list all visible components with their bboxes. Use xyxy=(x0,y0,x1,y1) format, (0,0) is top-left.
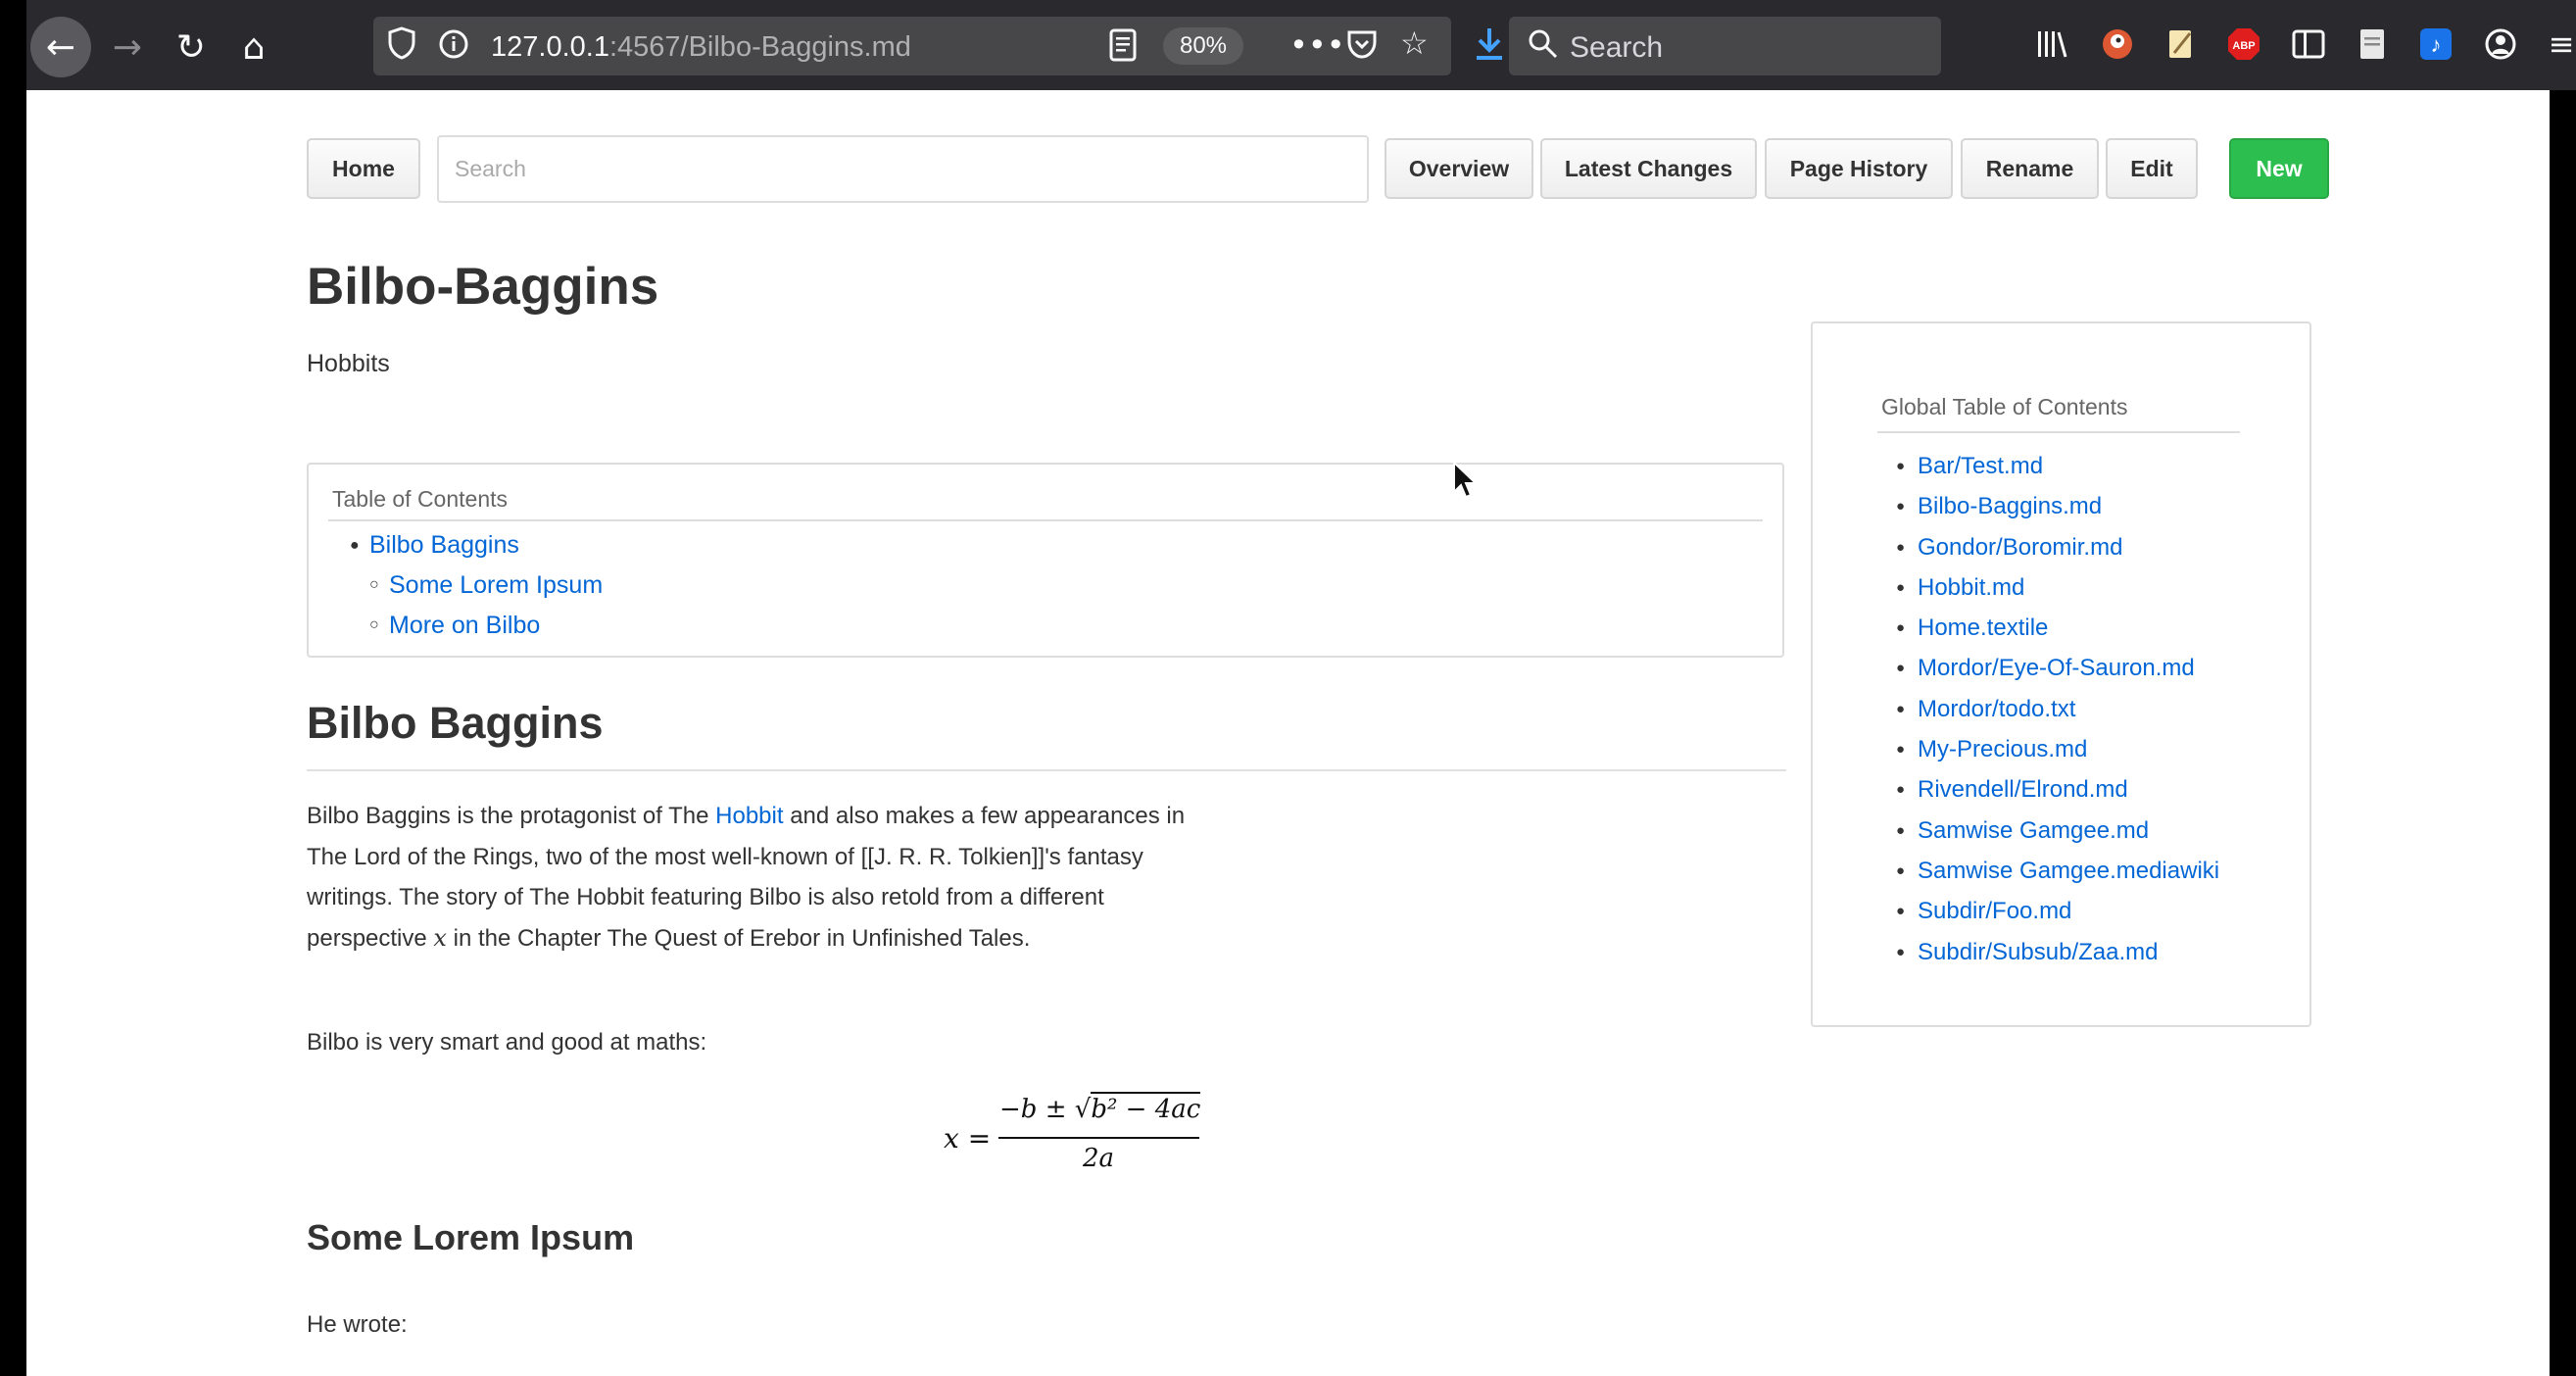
overview-button[interactable]: Overview xyxy=(1385,138,1533,199)
bookmark-star-icon[interactable]: ☆ xyxy=(1400,25,1429,62)
toc-link-more-on-bilbo[interactable]: More on Bilbo xyxy=(369,612,540,640)
global-toc-link[interactable]: Bilbo-Baggins.md xyxy=(1896,486,2219,527)
latest-changes-button[interactable]: Latest Changes xyxy=(1540,138,1757,199)
global-table-of-contents: Global Table of Contents Bar/Test.md Bil… xyxy=(1811,321,2311,1027)
formula-numerator: −b ± √b² − 4ac xyxy=(999,1092,1201,1124)
browser-toolbar: ← → ↻ ⌂ 127.0.0.1:4567/Bilbo-Baggins.md … xyxy=(26,0,2576,90)
document-extension-icon[interactable] xyxy=(2350,22,2395,67)
home-icon[interactable]: ⌂ xyxy=(223,17,284,77)
fraction-bar xyxy=(998,1137,1199,1139)
page-title: Bilbo-Baggins xyxy=(307,258,659,316)
formula-lhs: x = xyxy=(944,1122,992,1155)
global-toc-link[interactable]: Mordor/Eye-Of-Sauron.md xyxy=(1896,648,2219,689)
intro-paragraph: Bilbo Baggins is the protagonist of The … xyxy=(307,803,1186,952)
search-icon xyxy=(1527,27,1560,66)
url-text[interactable]: 127.0.0.1:4567/Bilbo-Baggins.md xyxy=(491,31,911,64)
section-text: He wrote: xyxy=(307,1311,408,1338)
global-toc-link[interactable]: Home.textile xyxy=(1896,608,2219,649)
section-heading-some-lorem-ipsum: Some Lorem Ipsum xyxy=(307,1217,635,1257)
pocket-icon[interactable] xyxy=(1345,27,1379,69)
new-button[interactable]: New xyxy=(2229,138,2329,199)
global-toc-link[interactable]: Gondor/Boromir.md xyxy=(1896,527,2219,568)
global-toc-link[interactable]: Samwise Gamgee.md xyxy=(1896,811,2219,852)
page-viewport: Home Overview Latest Changes Page Histor… xyxy=(26,90,2550,1376)
forward-arrow-icon[interactable]: → xyxy=(97,17,158,77)
toc-link-bilbo-baggins[interactable]: Bilbo Baggins xyxy=(350,531,519,560)
toc-link-some-lorem-ipsum[interactable]: Some Lorem Ipsum xyxy=(369,571,603,600)
global-toc-link[interactable]: Subdir/Subsub/Zaa.md xyxy=(1896,932,2219,973)
global-toc-divider xyxy=(1877,431,2240,433)
site-info-icon[interactable] xyxy=(438,28,469,68)
section-heading-bilbo-baggins: Bilbo Baggins xyxy=(307,698,604,748)
global-toc-list: Bar/Test.md Bilbo-Baggins.md Gondor/Boro… xyxy=(1896,446,2219,973)
address-bar[interactable]: 127.0.0.1:4567/Bilbo-Baggins.md 80% ••• … xyxy=(373,17,1451,75)
wiki-search-input[interactable] xyxy=(437,135,1369,203)
browser-search-placeholder: Search xyxy=(1570,31,1664,64)
global-toc-link[interactable]: Bar/Test.md xyxy=(1896,446,2219,487)
sidebar-icon[interactable] xyxy=(2286,22,2331,67)
page-subtitle: Hobbits xyxy=(307,350,390,377)
home-button[interactable]: Home xyxy=(307,138,420,199)
global-toc-link[interactable]: My-Precious.md xyxy=(1896,729,2219,770)
toc-title: Table of Contents xyxy=(332,486,509,512)
back-arrow-icon[interactable]: ← xyxy=(30,17,91,77)
browser-search-box[interactable]: Search xyxy=(1509,17,1941,75)
heading-divider xyxy=(307,769,1786,771)
library-icon[interactable] xyxy=(2030,22,2075,67)
quadratic-formula: x = −b ± √b² − 4ac 2a xyxy=(944,1092,1238,1193)
duckduckgo-extension-icon[interactable] xyxy=(2095,22,2140,67)
account-icon[interactable] xyxy=(2478,22,2523,67)
global-toc-link[interactable]: Subdir/Foo.md xyxy=(1896,891,2219,932)
table-of-contents: Table of Contents Bilbo Baggins Some Lor… xyxy=(307,463,1784,658)
math-variable-x: x xyxy=(433,923,447,952)
formula-denominator: 2a xyxy=(1083,1144,1115,1173)
global-toc-link[interactable]: Samwise Gamgee.mediawiki xyxy=(1896,851,2219,892)
edit-button[interactable]: Edit xyxy=(2106,138,2198,199)
global-toc-title: Global Table of Contents xyxy=(1881,394,2128,419)
menu-icon[interactable]: ≡ xyxy=(2539,22,2576,67)
music-extension-icon[interactable]: ♪ xyxy=(2413,22,2458,67)
mouse-pointer-icon xyxy=(1452,460,1479,505)
tracking-shield-icon[interactable] xyxy=(387,26,416,68)
global-toc-link[interactable]: Mordor/todo.txt xyxy=(1896,689,2219,730)
svg-text:♪: ♪ xyxy=(2431,32,2442,57)
download-icon[interactable] xyxy=(1467,22,1512,67)
notes-extension-icon[interactable] xyxy=(2159,22,2204,67)
more-actions-icon[interactable]: ••• xyxy=(1289,26,1345,64)
global-toc-link[interactable]: Hobbit.md xyxy=(1896,567,2219,609)
adblock-plus-icon[interactable]: ABP xyxy=(2221,22,2266,67)
hobbit-link[interactable]: Hobbit xyxy=(715,803,783,829)
svg-text:ABP: ABP xyxy=(2232,40,2255,52)
rename-button[interactable]: Rename xyxy=(1961,138,2099,199)
page-history-button[interactable]: Page History xyxy=(1765,138,1953,199)
toc-divider xyxy=(328,519,1763,521)
reader-view-icon[interactable] xyxy=(1108,28,1138,70)
reload-icon[interactable]: ↻ xyxy=(161,17,221,77)
zoom-level[interactable]: 80% xyxy=(1163,27,1243,65)
global-toc-link[interactable]: Rivendell/Elrond.md xyxy=(1896,769,2219,811)
maths-paragraph: Bilbo is very smart and good at maths: xyxy=(307,1029,707,1056)
